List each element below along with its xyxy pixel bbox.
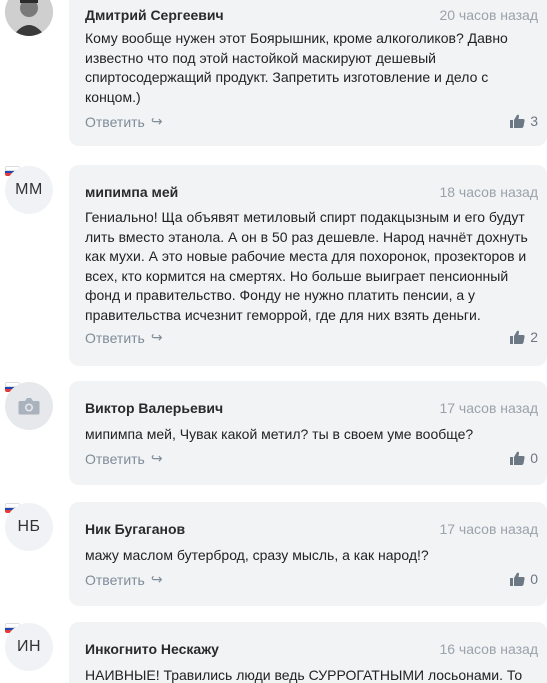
reply-button[interactable]: Ответить ↪ — [85, 329, 163, 346]
camera-icon — [18, 398, 40, 415]
comment-author[interactable]: Инкогнито Нескажу — [85, 641, 219, 657]
reply-arrow-icon: ↪ — [150, 113, 163, 129]
reply-arrow-icon: ↪ — [150, 571, 163, 587]
avatar-initials: ММ — [15, 181, 43, 198]
avatar[interactable]: ИН — [5, 623, 53, 671]
like-count: 2 — [530, 329, 538, 345]
user-photo-icon — [5, 0, 53, 36]
comment-card: Виктор Валерьевич 17 часов назад мипимпа… — [69, 381, 547, 485]
like-button[interactable]: 0 — [510, 571, 538, 587]
comment-card: Ник Бугаганов 17 часов назад мажу маслом… — [69, 502, 547, 606]
comments-feed: Дмитрий Сергеевич 20 часов назад Кому во… — [0, 0, 547, 683]
like-button[interactable]: 3 — [510, 113, 538, 129]
comment-author[interactable]: Виктор Валерьевич — [85, 400, 223, 416]
reply-arrow-icon: ↪ — [150, 450, 163, 466]
avatar[interactable]: ММ — [5, 166, 53, 214]
like-count: 0 — [530, 450, 538, 466]
reply-label: Ответить — [85, 571, 145, 588]
comment-author[interactable]: Дмитрий Сергеевич — [85, 7, 224, 23]
reply-button[interactable]: Ответить ↪ — [85, 571, 163, 588]
thumbs-up-icon — [510, 114, 525, 128]
comment-author[interactable]: Ник Бугаганов — [85, 521, 185, 537]
reply-arrow-icon: ↪ — [150, 329, 163, 345]
comment-card: Дмитрий Сергеевич 20 часов назад Кому во… — [69, 0, 547, 146]
avatar[interactable] — [5, 382, 53, 430]
comment-card: мипимпа мей 18 часов назад Гениально! Ща… — [69, 165, 547, 366]
comment-text: мажу маслом бутерброд, сразу мысль, а ка… — [85, 547, 429, 563]
comment-time[interactable]: 20 часов назад — [439, 7, 538, 23]
avatar[interactable] — [5, 0, 53, 36]
comment-text: Гениально! Ща объявят метиловый спирт по… — [85, 209, 528, 323]
comment-time[interactable]: 17 часов назад — [439, 521, 538, 537]
reply-label: Ответить — [85, 450, 145, 467]
like-count: 0 — [530, 571, 538, 587]
like-count: 3 — [530, 113, 538, 129]
like-button[interactable]: 2 — [510, 329, 538, 345]
comment-time[interactable]: 18 часов назад — [439, 184, 538, 200]
like-button[interactable]: 0 — [510, 450, 538, 466]
reply-label: Ответить — [85, 329, 145, 346]
comment-text: мипимпа мей, Чувак какой метил? ты в сво… — [85, 426, 474, 442]
avatar[interactable]: НБ — [5, 503, 53, 551]
reply-label: Ответить — [85, 113, 145, 130]
comment-time[interactable]: 17 часов назад — [439, 400, 538, 416]
thumbs-up-icon — [510, 451, 525, 465]
comment-time[interactable]: 16 часов назад — [439, 641, 538, 657]
comment-text: Кому вообще нужен этот Боярышник, кроме … — [85, 30, 508, 105]
avatar-initials: ИН — [16, 638, 42, 655]
thumbs-up-icon — [510, 572, 525, 586]
reply-button[interactable]: Ответить ↪ — [85, 450, 163, 467]
comment-author[interactable]: мипимпа мей — [85, 184, 178, 200]
reply-button[interactable]: Ответить ↪ — [85, 113, 163, 130]
thumbs-up-icon — [510, 330, 525, 344]
comment-card: Инкогнито Нескажу 16 часов назад НАИВНЫЕ… — [69, 622, 547, 683]
comment-text: НАИВНЫЕ! Травились люди ведь СУРРОГАТНЫМ… — [85, 667, 523, 683]
avatar-initials: НБ — [17, 518, 41, 535]
